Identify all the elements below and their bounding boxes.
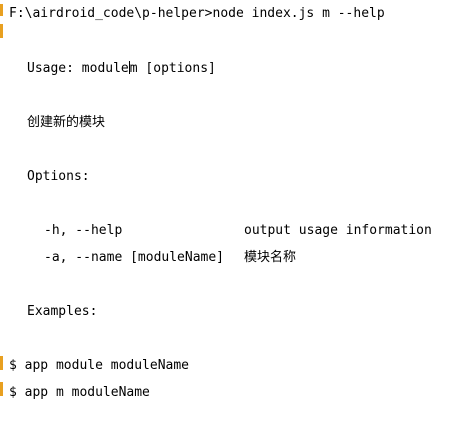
- option-description-name: 模块名称: [244, 250, 297, 265]
- usage-label: Usage:: [27, 61, 82, 76]
- option-flags-help: -h, --help: [44, 223, 123, 238]
- usage-line: Usage: modulem [options]: [27, 61, 216, 77]
- gutter-marker: [0, 4, 3, 16]
- usage-command-part2: m [options]: [129, 61, 216, 76]
- command-description: 创建新的模块: [27, 115, 106, 130]
- command-prompt-line: F:\airdroid_code\p-helper>node index.js …: [9, 6, 385, 22]
- gutter-marker: [0, 382, 3, 396]
- example-line-2: $ app m moduleName: [9, 385, 150, 400]
- option-description-help: output usage information: [244, 223, 432, 238]
- gutter-marker: [0, 24, 3, 38]
- usage-command-part1: module: [81, 61, 129, 76]
- gutter-marker: [0, 356, 3, 370]
- terminal-output[interactable]: F:\airdroid_code\p-helper>node index.js …: [0, 0, 472, 423]
- options-heading: Options:: [27, 169, 90, 184]
- prompt-command: node index.js m --help: [212, 6, 385, 21]
- examples-heading: Examples:: [27, 304, 98, 319]
- prompt-path: F:\airdroid_code\p-helper>: [9, 6, 213, 21]
- option-flags-name: -a, --name [moduleName]: [44, 250, 225, 265]
- example-line-1: $ app module moduleName: [9, 358, 190, 373]
